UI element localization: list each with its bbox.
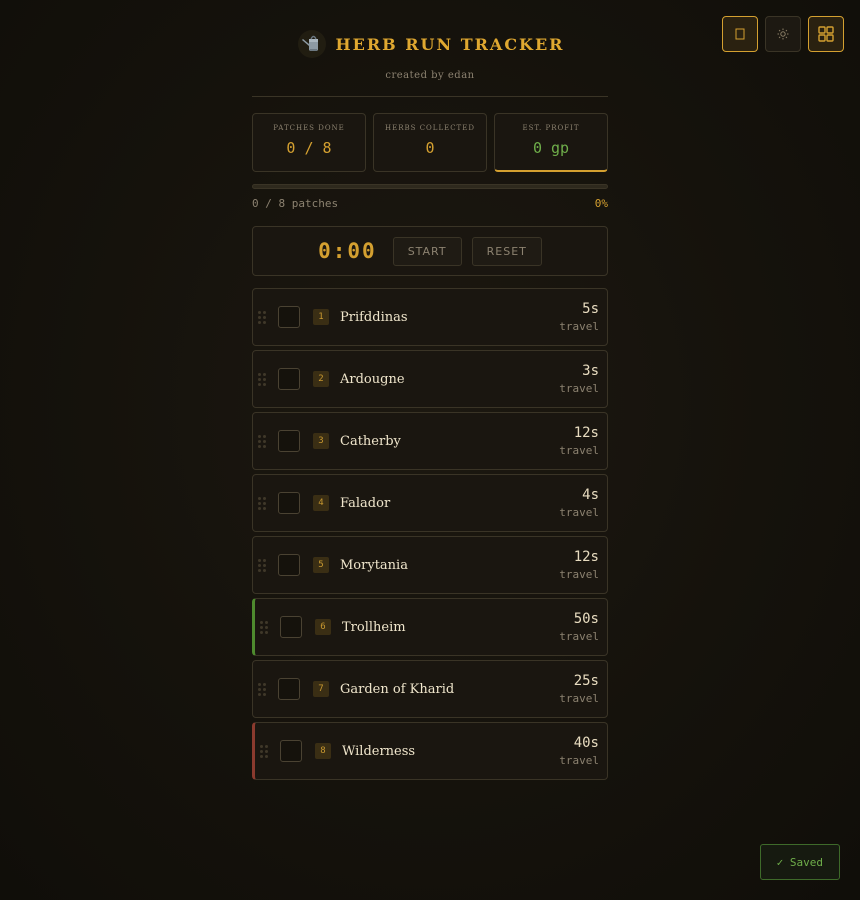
patch-name: Morytania — [340, 557, 408, 573]
patch-row[interactable]: 7 Garden of Kharid 25s travel — [252, 660, 608, 718]
patch-name: Prifddinas — [340, 309, 408, 325]
patch-checkbox[interactable] — [280, 740, 302, 762]
patch-checkbox[interactable] — [278, 554, 300, 576]
patch-number-badge: 7 — [313, 681, 329, 697]
watering-can-icon — [297, 30, 326, 58]
patch-number-badge: 2 — [313, 371, 329, 387]
drag-handle-icon[interactable] — [258, 496, 266, 510]
patch-number-badge: 4 — [313, 495, 329, 511]
timer-panel: 0:00 START RESET — [252, 226, 608, 276]
patch-checkbox[interactable] — [278, 368, 300, 390]
patch-row[interactable]: 2 Ardougne 3s travel — [252, 350, 608, 408]
patch-row[interactable]: 8 Wilderness 40s travel — [252, 722, 608, 780]
patch-travel-time: 12s travel — [559, 549, 599, 581]
stat-value: 0 / 8 — [286, 139, 332, 157]
patch-travel-time: 50s travel — [559, 611, 599, 643]
saved-toast: ✓ Saved — [759, 844, 840, 880]
patch-number-badge: 3 — [313, 433, 329, 449]
patch-travel-time: 4s travel — [559, 487, 599, 519]
stat-value: 0 — [425, 139, 435, 157]
patch-checkbox[interactable] — [278, 678, 300, 700]
drag-handle-icon[interactable] — [258, 434, 266, 448]
stats-row: PATCHES DONE 0 / 8 HERBS COLLECTED 0 EST… — [252, 113, 608, 172]
app-title: HERB RUN TRACKER — [335, 34, 565, 54]
layout-grid-button[interactable] — [808, 16, 844, 52]
travel-time-value: 12s — [573, 549, 599, 565]
travel-time-label: travel — [559, 444, 599, 457]
patch-checkbox[interactable] — [280, 616, 302, 638]
focus-mode-icon — [735, 28, 745, 40]
progress-percent: 0% — [594, 197, 608, 210]
focus-mode-button[interactable] — [722, 16, 758, 52]
travel-time-value: 25s — [573, 673, 599, 689]
top-controls — [722, 16, 844, 52]
stat-label: EST. PROFIT — [522, 124, 580, 132]
header-divider — [252, 96, 608, 97]
patch-travel-time: 40s travel — [559, 735, 599, 767]
patch-travel-time: 3s travel — [559, 363, 599, 395]
travel-time-label: travel — [559, 754, 599, 767]
patch-checkbox[interactable] — [278, 492, 300, 514]
timer-display: 0:00 — [318, 239, 377, 263]
travel-time-value: 50s — [573, 611, 599, 627]
travel-time-label: travel — [559, 692, 599, 705]
patch-row[interactable]: 1 Prifddinas 5s travel — [252, 288, 608, 346]
drag-handle-icon[interactable] — [258, 372, 266, 386]
drag-handle-icon[interactable] — [260, 744, 268, 758]
stat-est-profit: EST. PROFIT 0 gp — [494, 113, 608, 172]
patch-row[interactable]: 6 Trollheim 50s travel — [252, 598, 608, 656]
progress-text: 0 / 8 patches — [252, 197, 339, 210]
patch-travel-time: 12s travel — [559, 425, 599, 457]
stat-herbs-collected: HERBS COLLECTED 0 — [373, 113, 487, 172]
reset-button[interactable]: RESET — [471, 236, 542, 266]
grid-icon — [818, 26, 834, 42]
progress-info: 0 / 8 patches 0% — [252, 197, 608, 210]
travel-time-label: travel — [559, 568, 599, 581]
drag-handle-icon[interactable] — [258, 310, 266, 324]
theme-toggle-button[interactable] — [765, 16, 801, 52]
stat-label: HERBS COLLECTED — [385, 124, 475, 132]
patch-name: Falador — [340, 495, 391, 511]
patch-number-badge: 1 — [313, 309, 329, 325]
travel-time-label: travel — [559, 382, 599, 395]
stat-patches-done: PATCHES DONE 0 / 8 — [252, 113, 366, 172]
stat-value: 0 gp — [532, 139, 570, 157]
patch-row[interactable]: 4 Falador 4s travel — [252, 474, 608, 532]
patch-number-badge: 8 — [315, 743, 331, 759]
stat-label: PATCHES DONE — [273, 124, 345, 132]
travel-time-label: travel — [559, 320, 599, 333]
header: HERB RUN TRACKER created by edan — [252, 28, 608, 81]
travel-time-label: travel — [559, 506, 599, 519]
travel-time-value: 3s — [582, 363, 599, 379]
drag-handle-icon[interactable] — [260, 620, 268, 634]
patch-travel-time: 5s travel — [559, 301, 599, 333]
patch-travel-time: 25s travel — [559, 673, 599, 705]
patch-row[interactable]: 3 Catherby 12s travel — [252, 412, 608, 470]
drag-handle-icon[interactable] — [258, 558, 266, 572]
title-row: HERB RUN TRACKER — [252, 28, 608, 60]
patch-name: Garden of Kharid — [340, 681, 455, 697]
patch-number-badge: 5 — [313, 557, 329, 573]
start-button[interactable]: START — [392, 236, 462, 266]
sun-icon — [777, 28, 789, 40]
patch-checkbox[interactable] — [278, 306, 300, 328]
progress-bar — [252, 184, 608, 189]
patch-number-badge: 6 — [315, 619, 331, 635]
patch-name: Catherby — [340, 433, 401, 449]
travel-time-label: travel — [559, 630, 599, 643]
travel-time-value: 4s — [582, 487, 599, 503]
app-subtitle: created by edan — [385, 70, 475, 81]
patch-name: Wilderness — [342, 743, 416, 759]
travel-time-value: 40s — [573, 735, 599, 751]
patch-name: Trollheim — [342, 619, 406, 635]
travel-time-value: 5s — [582, 301, 599, 317]
patch-name: Ardougne — [340, 371, 405, 387]
drag-handle-icon[interactable] — [258, 682, 266, 696]
travel-time-value: 12s — [573, 425, 599, 441]
patch-list: 1 Prifddinas 5s travel 2 Ardougne 3s travel 3 Cat… — [252, 288, 608, 784]
patch-checkbox[interactable] — [278, 430, 300, 452]
patch-row[interactable]: 5 Morytania 12s travel — [252, 536, 608, 594]
